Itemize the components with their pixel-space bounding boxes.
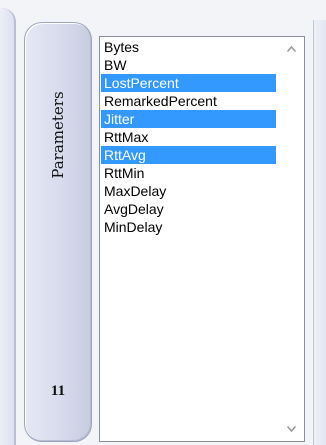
scroll-up-arrow-icon xyxy=(286,46,296,52)
list-item-mindelay[interactable]: MinDelay xyxy=(101,218,276,236)
scroll-down-arrow-icon xyxy=(286,426,296,432)
vertical-scrollbar[interactable] xyxy=(279,38,303,440)
parameters-listbox[interactable]: Bytes BW LostPercent RemarkedPercent Jit… xyxy=(99,36,305,442)
list-item-jitter[interactable]: Jitter xyxy=(101,110,276,128)
list-item-rttmax[interactable]: RttMax xyxy=(101,128,276,146)
parameters-tab-label: Parameters xyxy=(49,91,67,179)
next-panel-edge xyxy=(313,20,326,445)
list-item-remarkedpercent[interactable]: RemarkedPercent xyxy=(101,92,276,110)
parameters-list: Bytes BW LostPercent RemarkedPercent Jit… xyxy=(101,38,276,236)
list-item-bytes[interactable]: Bytes xyxy=(101,38,276,56)
parameters-tab[interactable]: Parameters 11 xyxy=(24,22,92,442)
list-item-maxdelay[interactable]: MaxDelay xyxy=(101,182,276,200)
list-item-lostpercent[interactable]: LostPercent xyxy=(101,74,276,92)
scroll-up-button[interactable] xyxy=(279,38,303,60)
list-item-rttmin[interactable]: RttMin xyxy=(101,164,276,182)
scroll-down-button[interactable] xyxy=(279,418,303,440)
list-item-rttavg[interactable]: RttAvg xyxy=(101,146,276,164)
previous-panel-edge xyxy=(0,8,16,445)
list-item-avgdelay[interactable]: AvgDelay xyxy=(101,200,276,218)
parameters-count: 11 xyxy=(50,383,66,399)
list-item-bw[interactable]: BW xyxy=(101,56,276,74)
